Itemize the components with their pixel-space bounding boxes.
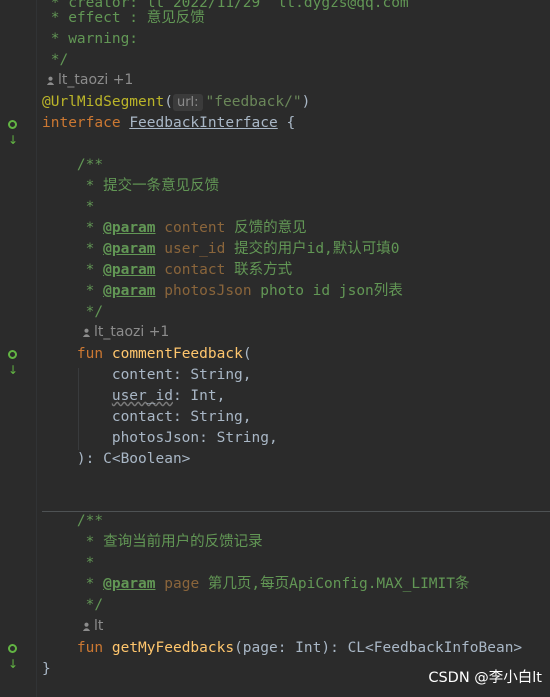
code-line: content: String,	[111, 367, 252, 383]
code-line: contact: String,	[111, 409, 252, 425]
code-line: * @param user_id 提交的用户id,默认可填0	[76, 241, 400, 257]
implemented-icon[interactable]: ↓	[8, 640, 24, 671]
code-line: /**	[76, 513, 104, 529]
code-line: * 提交一条意见反馈	[76, 178, 220, 194]
code-line: */	[76, 597, 104, 613]
person-icon	[46, 76, 55, 85]
code-line: *	[76, 555, 95, 571]
interface-name[interactable]: FeedbackInterface	[129, 115, 277, 131]
code-line: interface FeedbackInterface {	[42, 115, 296, 131]
code-line: * @param contact 联系方式	[76, 262, 293, 278]
implemented-icon[interactable]: ↓	[8, 346, 24, 377]
implemented-icon[interactable]: ↓	[8, 116, 24, 147]
function-name[interactable]: commentFeedback	[112, 346, 243, 362]
code-line: ): C<Boolean>	[76, 451, 191, 467]
code-line: */	[42, 52, 69, 68]
author-hint[interactable]: lt_taozi +1	[82, 322, 169, 343]
code-line: @UrlMidSegment(url: "feedback/")	[42, 94, 311, 111]
code-line: * effect : 意见反馈	[42, 10, 205, 26]
person-icon	[82, 622, 91, 631]
function-name[interactable]: getMyFeedbacks	[112, 640, 234, 656]
code-line: * 查询当前用户的反馈记录	[76, 534, 263, 550]
code-line: photosJson: String,	[111, 430, 278, 446]
param-hint: url:	[172, 94, 203, 111]
code-line: * @param photosJson photo id json列表	[76, 283, 403, 299]
code-line: * @param content 反馈的意见	[76, 220, 307, 236]
person-icon	[82, 328, 91, 337]
code-line: /**	[76, 157, 104, 173]
code-line: fun commentFeedback(	[76, 346, 252, 362]
author-hint[interactable]: lt_taozi +1	[46, 70, 133, 91]
code-line: user_id: Int,	[111, 388, 226, 404]
code-line: * @param page 第几页,每页ApiConfig.MAX_LIMIT条	[76, 576, 470, 592]
author-hint[interactable]: lt	[82, 616, 103, 637]
code-line: */	[76, 304, 104, 320]
code-line: * warning:	[42, 31, 139, 47]
code-line: *	[76, 199, 95, 215]
watermark: CSDN @李小白lt	[428, 670, 542, 686]
gutter-divider	[36, 0, 37, 697]
code-line: fun getMyFeedbacks(page: Int): CL<Feedba…	[76, 640, 523, 656]
